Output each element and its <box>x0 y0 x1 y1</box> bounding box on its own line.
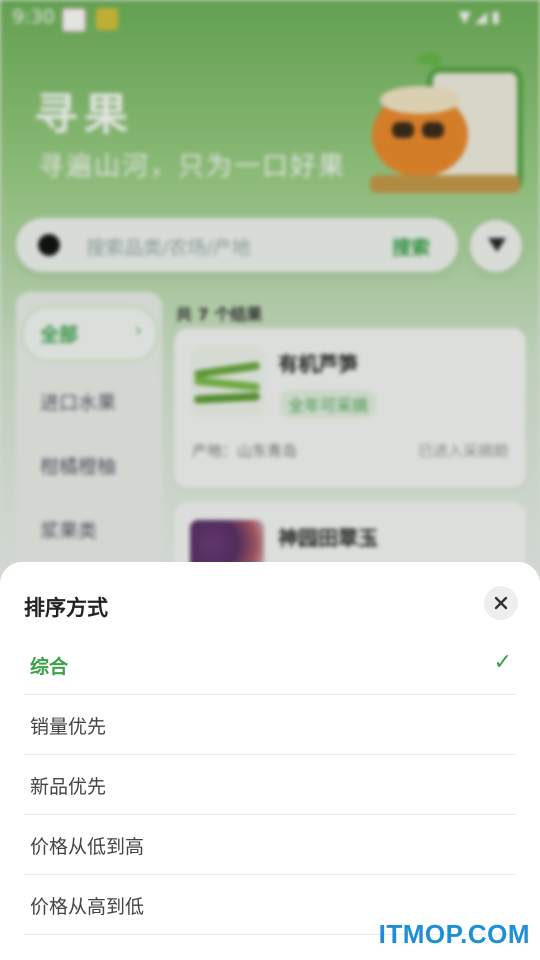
sort-option-sales[interactable]: 销量优先 <box>24 696 516 755</box>
sort-option-comprehensive[interactable]: 综合 ✓ <box>24 636 516 695</box>
sort-option-label: 价格从高到低 <box>30 896 145 918</box>
sort-option-label: 销量优先 <box>30 716 107 738</box>
check-icon: ✓ <box>493 650 512 675</box>
sort-option-label: 综合 <box>30 656 69 678</box>
sort-options-list: 综合 ✓ 销量优先 新品优先 价格从低到高 价格从高到低 <box>24 636 516 936</box>
close-button[interactable] <box>484 586 518 620</box>
sort-option-price-asc[interactable]: 价格从低到高 <box>24 816 516 875</box>
sort-option-newest[interactable]: 新品优先 <box>24 756 516 815</box>
sort-bottom-sheet: 排序方式 综合 ✓ 销量优先 新品优先 价格从低到高 价格从高到低 <box>0 562 540 960</box>
sheet-title: 排序方式 <box>24 596 108 620</box>
close-icon <box>494 596 508 610</box>
sort-option-label: 新品优先 <box>30 776 107 798</box>
watermark: ITMOP.COM <box>378 919 530 949</box>
sort-option-label: 价格从低到高 <box>30 836 145 858</box>
